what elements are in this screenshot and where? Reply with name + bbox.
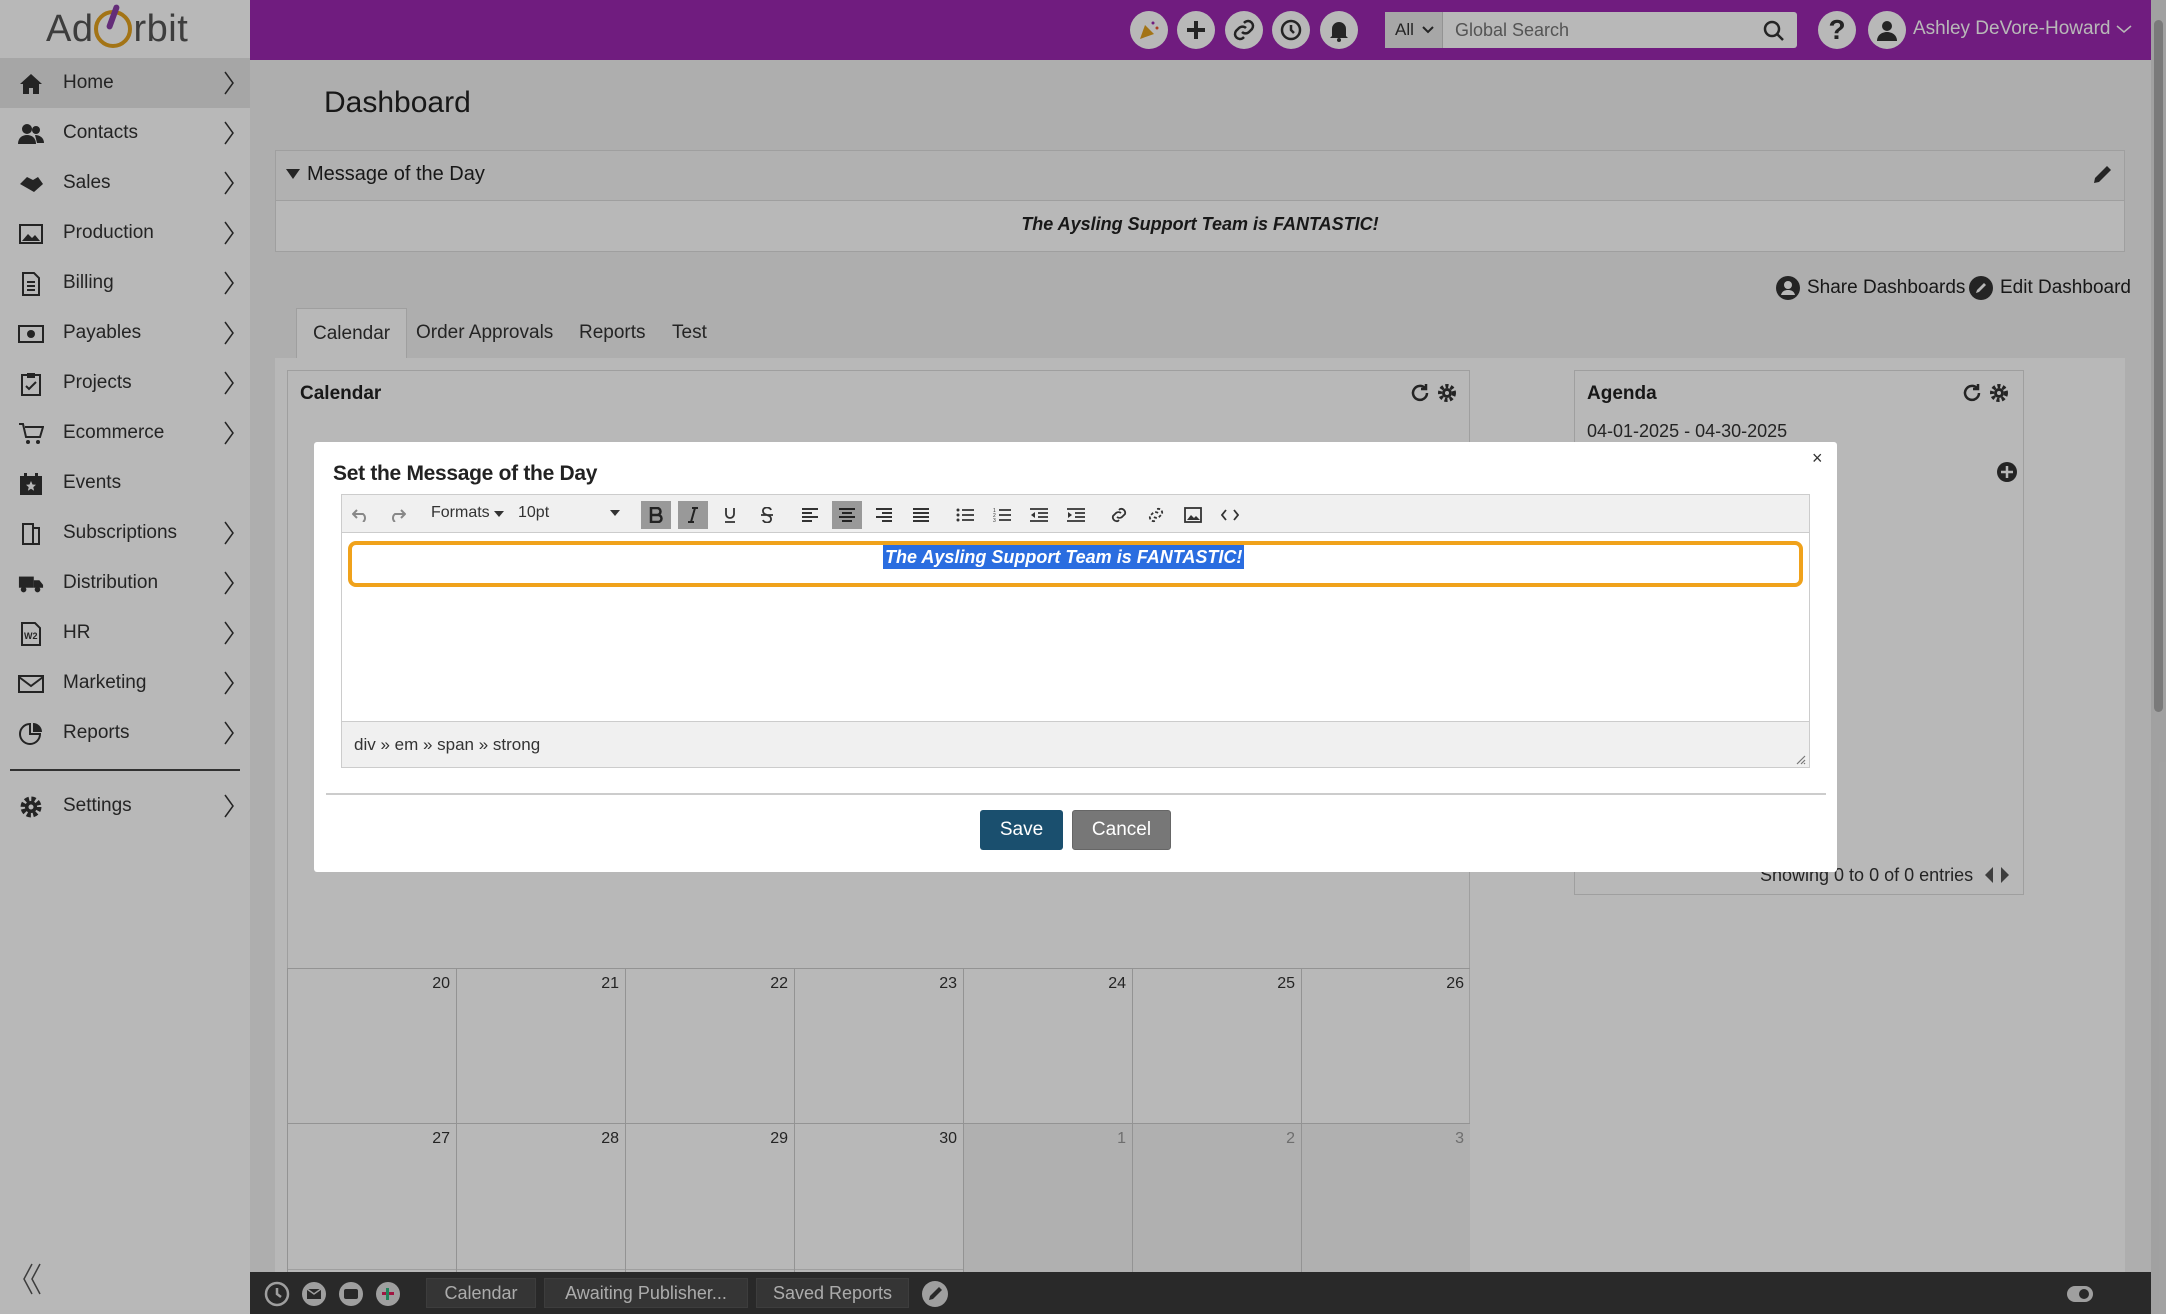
undo-button[interactable]: [346, 501, 376, 529]
bullet-list-icon: [956, 508, 974, 522]
align-left-button[interactable]: [795, 501, 825, 529]
align-right-icon: [876, 508, 892, 522]
link-icon: [1111, 507, 1127, 523]
insert-image-button[interactable]: [1178, 501, 1208, 529]
strikethrough-button[interactable]: [752, 501, 782, 529]
editor-statusbar: [342, 721, 1809, 767]
svg-text:3: 3: [993, 518, 996, 523]
redo-button[interactable]: [382, 501, 412, 529]
image-icon: [1184, 507, 1202, 523]
outdent-icon: [1030, 508, 1048, 522]
unlink-icon: [1148, 507, 1164, 523]
source-code-button[interactable]: [1215, 501, 1245, 529]
selected-message-text[interactable]: The Aysling Support Team is FANTASTIC!: [883, 545, 1245, 569]
font-size-dropdown[interactable]: 10pt: [518, 504, 624, 522]
align-right-button[interactable]: [869, 501, 899, 529]
save-button[interactable]: Save: [980, 810, 1063, 850]
align-center-icon: [839, 508, 855, 522]
indent-button[interactable]: [1061, 501, 1091, 529]
caret-down-icon: [610, 510, 620, 516]
numbered-list-button[interactable]: 123: [987, 501, 1017, 529]
dialog-title: Set the Message of the Day: [333, 462, 598, 485]
numbered-list-icon: 123: [993, 508, 1011, 523]
formats-dropdown[interactable]: Formats: [431, 504, 505, 522]
align-justify-button[interactable]: [906, 501, 936, 529]
remove-link-button[interactable]: [1141, 501, 1171, 529]
insert-link-button[interactable]: [1104, 501, 1134, 529]
strikethrough-icon: [761, 507, 773, 523]
outdent-button[interactable]: [1024, 501, 1054, 529]
bullet-list-button[interactable]: [950, 501, 980, 529]
align-justify-icon: [913, 508, 929, 522]
bold-button[interactable]: [641, 501, 671, 529]
undo-icon: [352, 509, 366, 522]
element-path: div » em » span » strong: [354, 735, 541, 754]
indent-icon: [1067, 508, 1085, 522]
dialog-divider: [326, 793, 1826, 795]
caret-down-icon: [494, 511, 505, 517]
italic-button[interactable]: [678, 501, 708, 529]
align-left-icon: [802, 508, 818, 522]
resize-handle-icon[interactable]: [1794, 753, 1806, 765]
italic-icon: [688, 507, 698, 523]
bold-icon: [649, 507, 663, 523]
align-center-button[interactable]: [832, 501, 862, 529]
redo-icon: [392, 509, 406, 522]
cancel-button[interactable]: Cancel: [1072, 810, 1171, 850]
code-icon: [1221, 509, 1239, 521]
underline-button[interactable]: [715, 501, 745, 529]
underline-icon: [725, 508, 735, 523]
close-button[interactable]: ×: [1812, 448, 1826, 468]
